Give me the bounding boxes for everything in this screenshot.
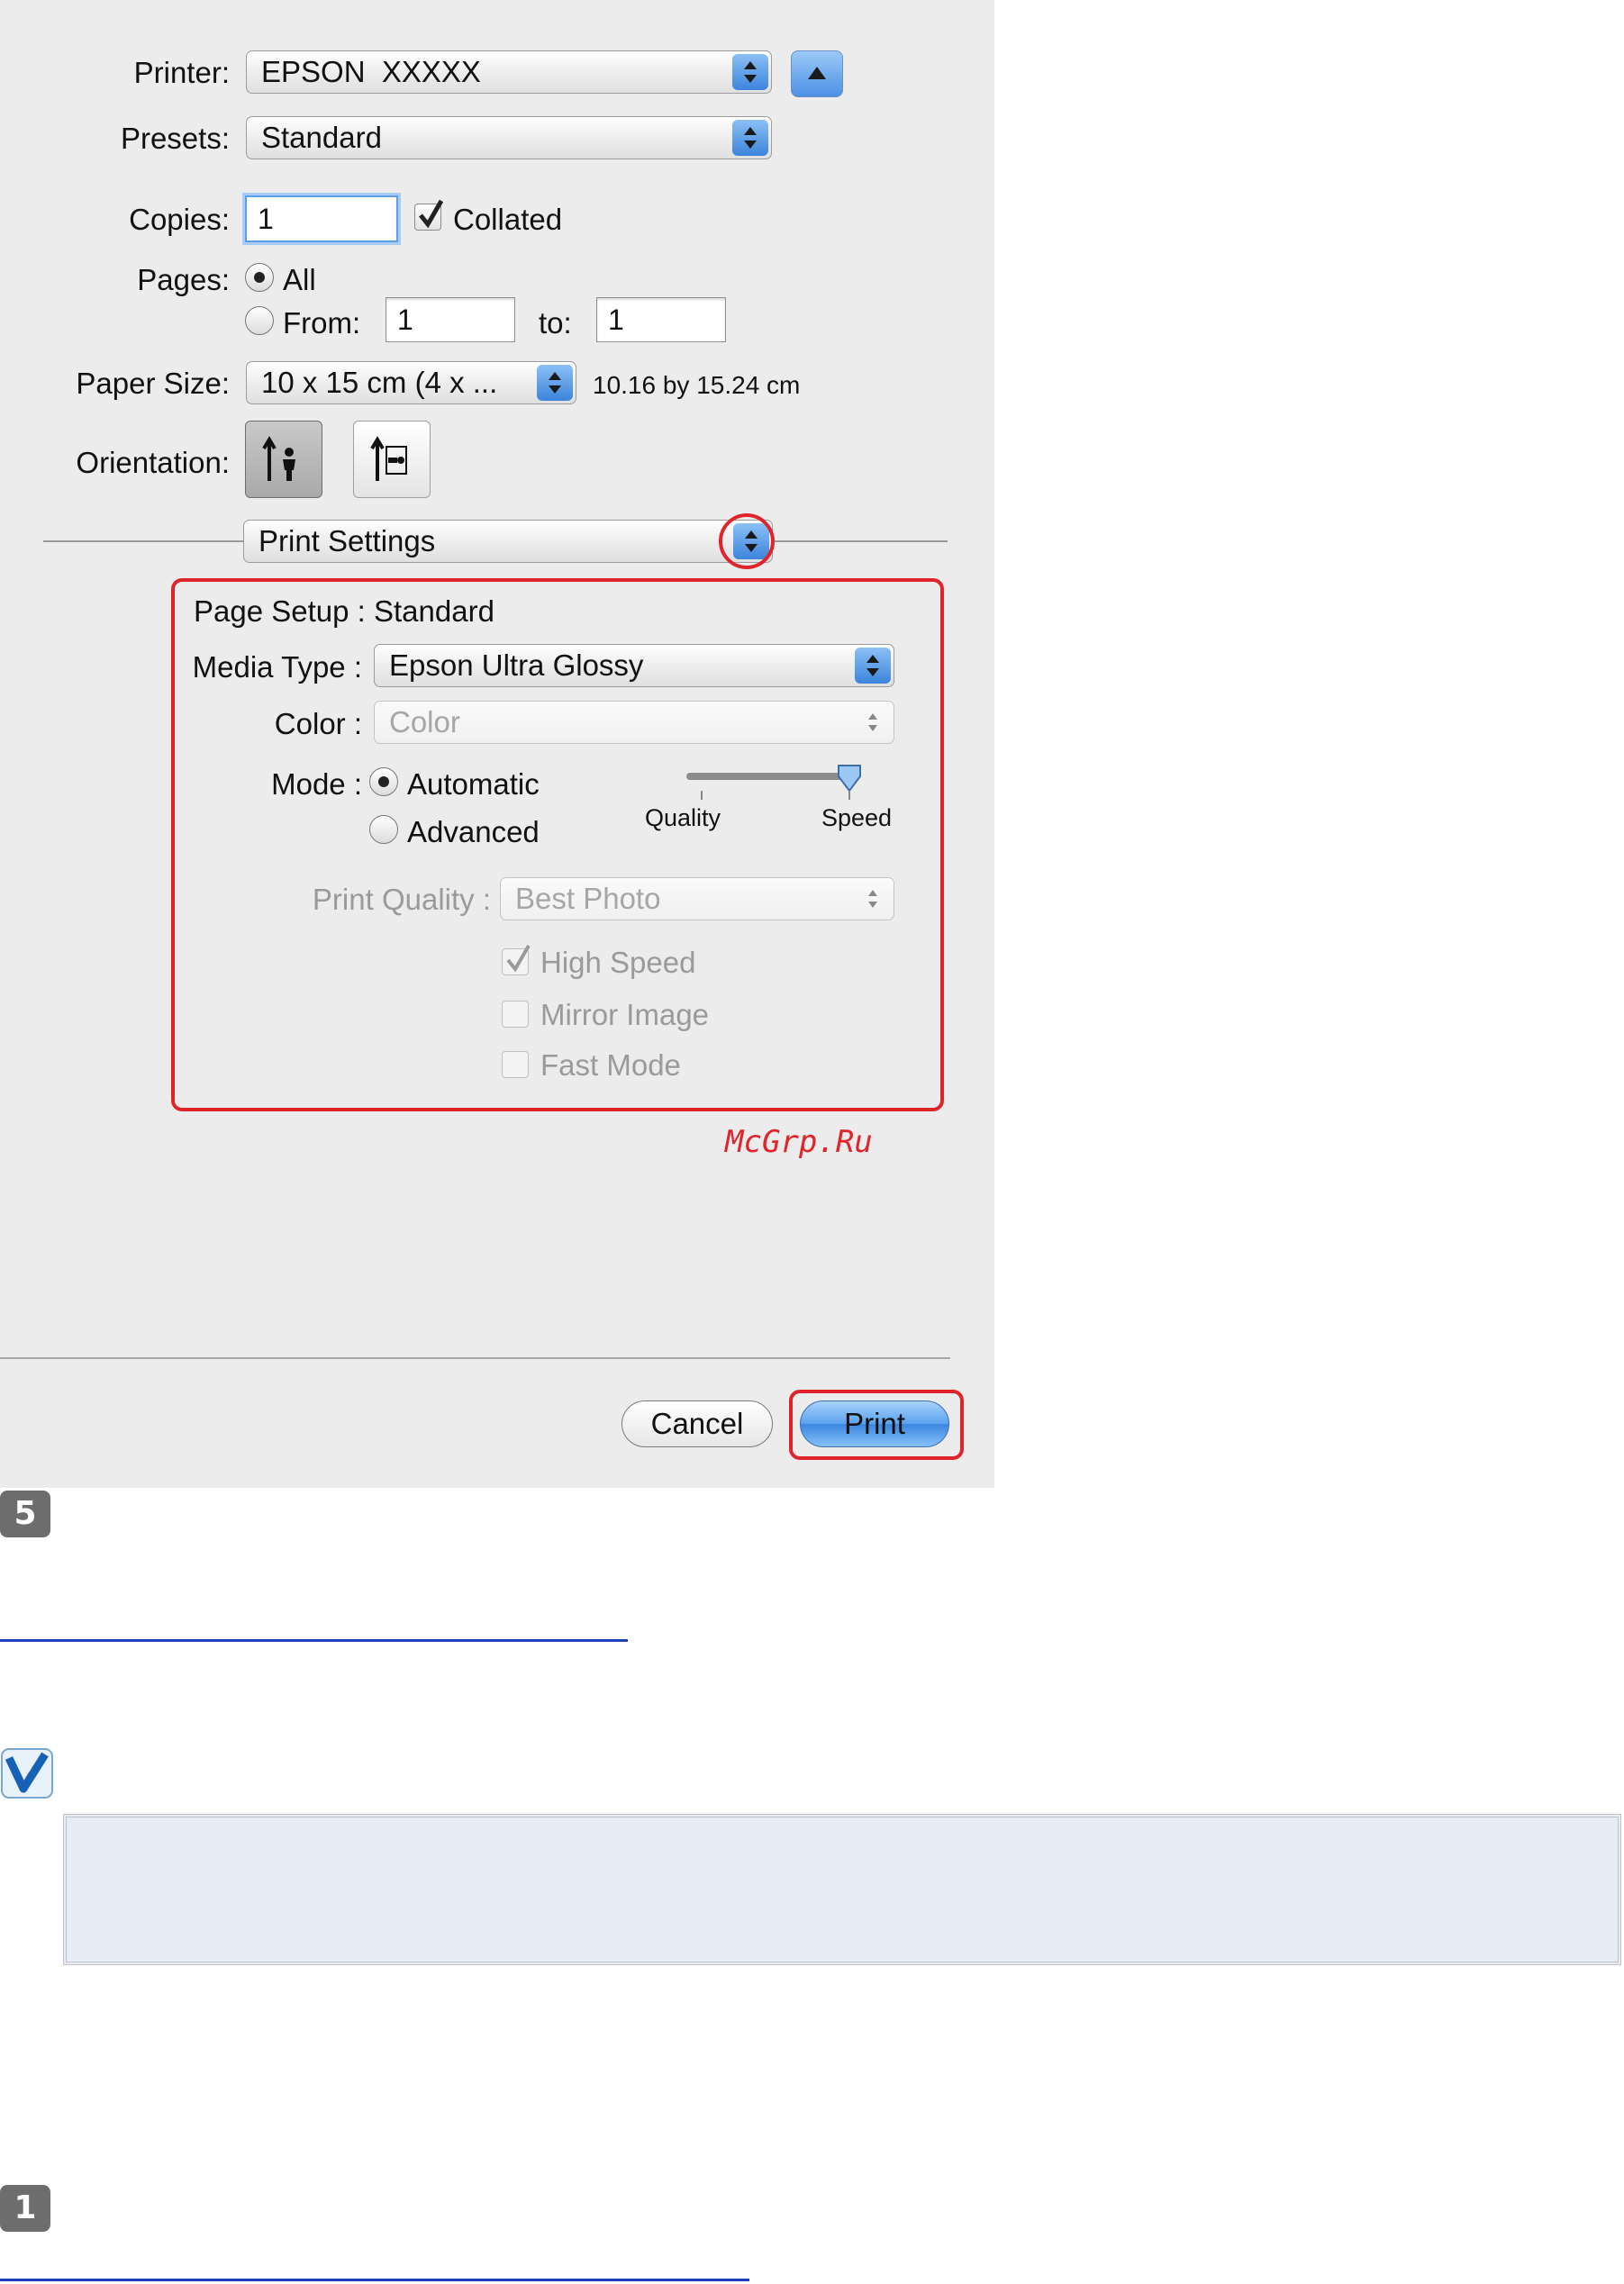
slider-quality-label: Quality [645,804,721,831]
updown-arrows-icon [732,54,768,90]
printer-value: EPSON XXXXX [261,55,481,88]
orientation-label: Orientation: [76,446,230,479]
color-label: Color : [274,707,362,740]
landscape-orientation-button[interactable] [353,421,431,498]
note-box [63,1814,1621,1965]
quality-speed-slider-track[interactable] [686,773,853,780]
color-popup[interactable]: Color [374,701,894,744]
collated-label: Collated [453,203,563,236]
pages-from-radio[interactable] [245,306,274,335]
link-underline[interactable] [0,1639,628,1642]
updown-arrows-icon [855,648,891,684]
step-number-badge: 1 [0,2185,50,2232]
highlight-circle [719,513,775,569]
mirror-image-label: Mirror Image [540,998,710,1031]
updown-arrows-icon [537,365,573,401]
print-dialog: Printer: EPSON XXXXX Presets: Standard C… [0,0,994,1488]
updown-arrows-icon [732,120,768,156]
high-speed-checkbox[interactable] [502,945,531,975]
copies-input[interactable]: 1 [245,195,398,242]
separator-line [43,540,243,542]
pages-to-input[interactable]: 1 [596,297,726,342]
mode-advanced-radio[interactable] [369,815,398,844]
mode-label: Mode : [271,767,362,801]
pages-to-label: to: [539,306,572,340]
pages-all-radio[interactable] [245,263,274,292]
presets-popup[interactable]: Standard [246,116,772,159]
note-check-icon [0,1747,54,1799]
slider-tick [701,791,703,800]
color-value: Color [389,705,460,739]
cancel-button[interactable]: Cancel [621,1400,773,1447]
step-number-badge: 5 [0,1491,50,1537]
updown-arrows-icon [855,881,891,917]
mirror-image-checkbox[interactable] [502,1001,529,1028]
print-settings-popup[interactable]: Print Settings [243,520,773,563]
page-setup-text: Page Setup : Standard [194,594,494,628]
checkmark-icon [419,199,444,229]
pages-all-label: All [283,263,316,296]
separator-line [775,540,948,542]
mode-advanced-label: Advanced [407,815,540,848]
paper-size-label: Paper Size: [76,367,230,400]
paper-dimensions: 10.16 by 15.24 cm [593,371,801,399]
presets-label: Presets: [120,122,230,155]
copies-label: Copies: [129,203,230,236]
media-type-value: Epson Ultra Glossy [389,648,644,682]
bottom-separator [0,1357,950,1359]
print-button-highlight [789,1390,964,1460]
watermark-text: McGrp.Ru [725,1124,873,1160]
landscape-icon [370,436,407,481]
portrait-orientation-button[interactable] [245,421,322,498]
pages-from-label: From: [283,306,361,340]
mode-automatic-radio[interactable] [369,767,398,796]
paper-size-popup[interactable]: 10 x 15 cm (4 x ... [246,361,576,404]
print-quality-popup[interactable]: Best Photo [500,877,894,920]
fast-mode-label: Fast Mode [540,1048,681,1082]
high-speed-label: High Speed [540,946,696,979]
paper-size-value: 10 x 15 cm (4 x ... [261,366,498,399]
print-quality-label: Print Quality : [312,883,491,916]
print-quality-value: Best Photo [515,882,661,915]
slider-tick [848,791,850,800]
presets-value: Standard [261,121,382,154]
updown-arrows-icon [855,704,891,740]
disclosure-button[interactable] [791,50,843,97]
mode-automatic-label: Automatic [407,767,540,801]
triangle-up-icon [808,67,826,79]
portrait-icon [262,436,295,481]
slider-speed-label: Speed [821,804,893,831]
pages-label: Pages: [137,263,230,296]
media-type-label: Media Type : [192,650,362,684]
printer-popup[interactable]: EPSON XXXXX [246,50,772,94]
link-underline[interactable] [0,2279,749,2281]
print-settings-value: Print Settings [259,524,436,557]
pages-from-input[interactable]: 1 [386,297,515,342]
printer-label: Printer: [133,56,230,89]
fast-mode-checkbox[interactable] [502,1051,529,1078]
collated-checkbox[interactable] [414,199,444,231]
media-type-popup[interactable]: Epson Ultra Glossy [374,644,894,687]
checkmark-icon [506,945,531,973]
